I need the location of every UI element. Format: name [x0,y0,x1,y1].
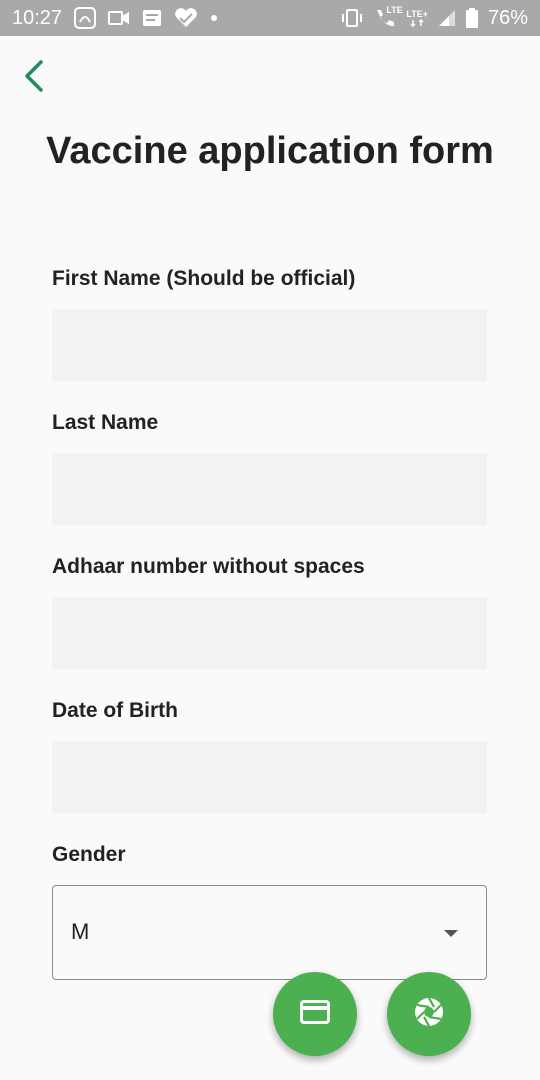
chevron-left-icon [23,59,45,98]
dob-input[interactable] [52,741,487,813]
lte-plus-icon: LTE+ [406,8,428,27]
saavn-app-icon [74,7,97,29]
status-bar: 10:27 LTE LTE+ 76% [0,0,540,36]
card-fab-button[interactable] [273,972,357,1056]
battery-percent: 76% [487,6,528,29]
video-camera-icon [108,10,130,26]
signal-strength-icon [438,9,456,27]
adhaar-label: Adhaar number without spaces [52,555,365,578]
last-name-label: Last Name [52,411,159,434]
gender-label: Gender [52,843,126,866]
health-heart-icon [174,8,198,28]
battery-icon [465,8,478,28]
volte-call-icon: LTE [374,6,403,28]
camera-fab-button[interactable] [387,972,471,1056]
back-button[interactable] [14,58,54,98]
dob-label: Date of Birth [52,699,178,722]
first-name-input[interactable] [52,309,487,381]
gender-selected-value: M [71,919,90,944]
app-bar [0,36,540,118]
first-name-label: First Name (Should be official) [52,267,356,290]
adhaar-input[interactable] [52,597,487,669]
credit-card-icon [300,999,330,1029]
camera-shutter-icon [413,996,445,1033]
message-icon [142,9,162,27]
notification-dot-icon [210,14,218,22]
gender-select[interactable]: M [52,885,487,980]
last-name-input[interactable] [52,453,487,525]
dropdown-arrow-icon [444,930,458,937]
vibrate-icon [340,8,364,28]
lte-label: LTE [386,5,403,15]
page-title: Vaccine application form [46,130,494,172]
lte-plus-label: LTE+ [406,8,428,19]
status-time: 10:27 [12,6,63,29]
